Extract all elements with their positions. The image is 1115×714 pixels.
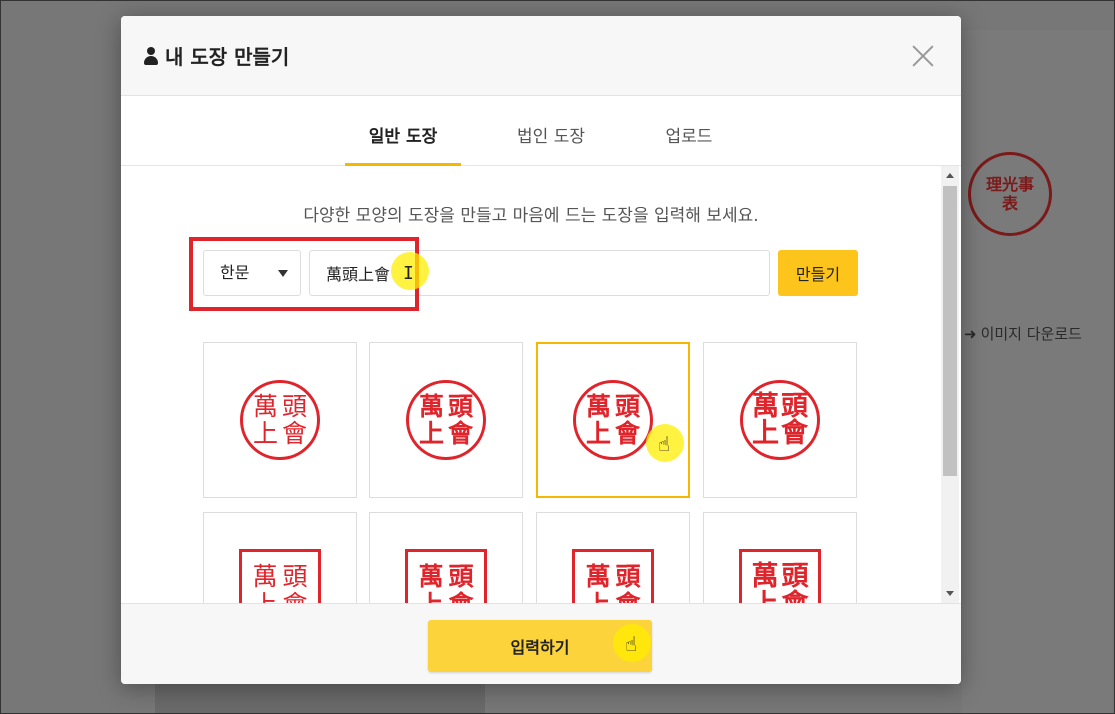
seal-preview-circle-bold: 萬頭 上會 bbox=[406, 380, 486, 460]
background-seal-chars: 理光事表 bbox=[985, 174, 1034, 213]
background-download-link: ➜ 이미지 다운로드 bbox=[964, 323, 1082, 344]
description-text: 다양한 모양의 도장을 만들고 마음에 드는 도장을 입력해 보세요. bbox=[303, 206, 759, 226]
seal-option-6[interactable]: 萬頭 上會 bbox=[369, 512, 523, 603]
modal-content: 다양한 모양의 도장을 만들고 마음에 드는 도장을 입력해 보세요. 한문 만… bbox=[121, 166, 941, 603]
seal-preview-circle-heavy: 萬頭 上會 bbox=[740, 380, 820, 460]
annotation-highlight-box bbox=[189, 237, 419, 311]
scrollbar-thumb[interactable] bbox=[943, 186, 957, 476]
seal-preview-circle-thin: 萬頭 上會 bbox=[240, 380, 320, 460]
seal-option-8[interactable]: 萬頭 上會 bbox=[703, 512, 857, 603]
scroll-up-arrow-icon[interactable] bbox=[946, 173, 954, 178]
seal-option-4[interactable]: 萬頭 上會 bbox=[703, 342, 857, 498]
vertical-scrollbar[interactable] bbox=[941, 166, 959, 603]
seal-option-2[interactable]: 萬頭 上會 bbox=[369, 342, 523, 498]
hand-pointer-icon: ☝ bbox=[625, 632, 638, 656]
modal-footer: 입력하기 ☝ bbox=[121, 603, 961, 684]
seal-preview-square-bold: 萬頭 上會 bbox=[405, 549, 487, 603]
seal-preview-square-thin: 萬頭 上會 bbox=[239, 549, 321, 603]
background-seal-image: 理光事表 bbox=[968, 152, 1052, 236]
background-bottom-block bbox=[155, 684, 485, 714]
scroll-down-arrow-icon[interactable] bbox=[946, 591, 954, 596]
background-download-label: 이미지 다운로드 bbox=[980, 325, 1082, 343]
seal-preview-square-bold-2: 萬頭 上會 bbox=[572, 549, 654, 603]
hand-pointer-icon: ☝ bbox=[658, 432, 671, 456]
make-button[interactable]: 만들기 bbox=[778, 250, 858, 296]
modal-header: 내 도장 만들기 bbox=[121, 16, 961, 96]
seal-option-5[interactable]: 萬頭 上會 bbox=[203, 512, 357, 603]
seal-option-7[interactable]: 萬頭 上會 bbox=[536, 512, 690, 603]
user-icon bbox=[143, 46, 159, 65]
seal-option-3[interactable]: 萬頭 上會 ☝ bbox=[536, 342, 690, 498]
tab-upload[interactable]: 업로드 bbox=[631, 96, 747, 166]
seal-preview-circle-bold-selected: 萬頭 上會 bbox=[573, 380, 653, 460]
text-cursor-icon: I bbox=[403, 263, 414, 284]
modal-title: 내 도장 만들기 bbox=[165, 45, 290, 69]
seal-option-1[interactable]: 萬頭 上會 bbox=[203, 342, 357, 498]
download-icon: ➜ bbox=[964, 324, 977, 343]
tab-corporate-seal[interactable]: 법인 도장 bbox=[493, 96, 609, 166]
seal-preview-square-heavy: 萬頭 上會 bbox=[739, 549, 821, 603]
close-button[interactable] bbox=[907, 40, 939, 72]
create-seal-modal: 내 도장 만들기 일반 도장 법인 도장 업로드 다양한 모양의 도장을 만들고… bbox=[121, 16, 961, 684]
tab-bar: 일반 도장 법인 도장 업로드 bbox=[121, 96, 961, 166]
background-side-panel bbox=[962, 30, 1112, 714]
tab-general-seal[interactable]: 일반 도장 bbox=[345, 96, 461, 166]
